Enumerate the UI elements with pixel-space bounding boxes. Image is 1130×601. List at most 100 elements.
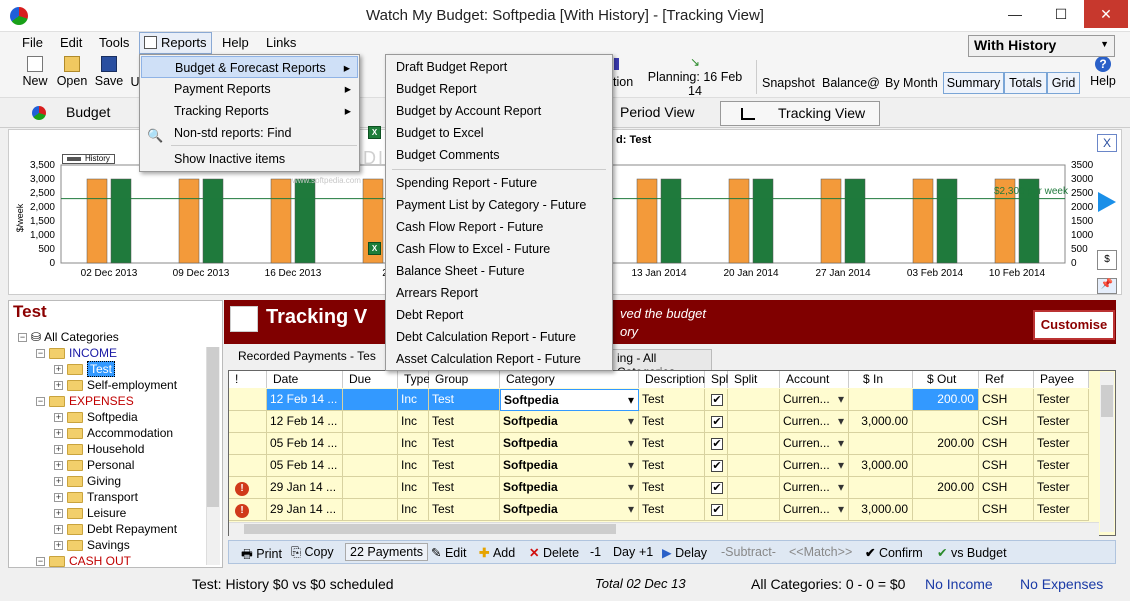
grid-cell-ref[interactable]: CSH bbox=[979, 433, 1034, 455]
grid-cell-payee[interactable]: Tester bbox=[1034, 433, 1089, 455]
menu-edit[interactable]: Edit bbox=[60, 35, 82, 50]
grid-cell-group[interactable]: Test bbox=[429, 455, 500, 477]
grid-cell-flag[interactable] bbox=[229, 455, 267, 477]
grid-cell-category[interactable]: Softpedia ▾ bbox=[500, 433, 639, 455]
submenu-item[interactable]: Draft Budget Report bbox=[387, 56, 611, 78]
dropdown-arrow-icon[interactable]: ▾ bbox=[838, 499, 844, 519]
grid-cell-desc[interactable]: Test bbox=[639, 433, 705, 455]
grid-cell-category[interactable]: Softpedia ▾ bbox=[500, 389, 639, 411]
dollar-scale-icon[interactable]: $ bbox=[1097, 250, 1117, 270]
grid-cell-group[interactable]: Test bbox=[429, 411, 500, 433]
menu-tracking-reports[interactable]: Tracking Reports ▸ bbox=[141, 100, 358, 122]
grid-cell-group[interactable]: Test bbox=[429, 389, 500, 411]
spl-checkbox[interactable]: ✔ bbox=[711, 504, 723, 516]
grid-cell-out[interactable] bbox=[913, 455, 979, 477]
tree-item[interactable]: + Accommodation bbox=[54, 425, 173, 441]
submenu-item[interactable]: Debt Calculation Report - Future bbox=[387, 326, 611, 348]
grid-cell-flag[interactable] bbox=[229, 411, 267, 433]
grid-cell-type[interactable]: Inc bbox=[398, 389, 429, 411]
menu-file[interactable]: File bbox=[22, 35, 43, 50]
grid-cell-date[interactable]: 05 Feb 14 ... bbox=[267, 433, 343, 455]
new-button[interactable]: New bbox=[20, 56, 50, 88]
dropdown-arrow-icon[interactable]: ▾ bbox=[628, 455, 634, 475]
close-button[interactable]: ✕ bbox=[1084, 0, 1128, 28]
grid-header-cell[interactable]: Group bbox=[429, 371, 500, 388]
submenu-item[interactable]: Budget Report bbox=[387, 78, 611, 100]
grid-cell-type[interactable]: Inc bbox=[398, 499, 429, 521]
menu-payment-reports[interactable]: Payment Reports ▸ bbox=[141, 78, 358, 100]
tree-expander-icon[interactable]: − bbox=[36, 349, 45, 359]
planning-button[interactable]: ↘ Planning: 16 Feb 14 bbox=[643, 56, 747, 98]
tree-expander-icon[interactable]: + bbox=[54, 525, 63, 535]
grid-cell-due[interactable] bbox=[343, 499, 398, 521]
tree-item[interactable]: + Giving bbox=[54, 473, 121, 489]
confirm-button[interactable]: ✔ Confirm bbox=[865, 545, 923, 560]
grid-scroll-thumb[interactable] bbox=[1101, 385, 1113, 417]
submenu-item[interactable]: Budget Comments bbox=[387, 144, 611, 166]
tree-item[interactable]: − INCOME bbox=[36, 345, 117, 361]
grid-cell-in[interactable]: 3,000.00 bbox=[849, 499, 913, 521]
grid-cell-ref[interactable]: CSH bbox=[979, 455, 1034, 477]
submenu-item[interactable]: Payment List by Category - Future bbox=[387, 194, 611, 216]
grid-cell-split[interactable] bbox=[728, 455, 780, 477]
dropdown-arrow-icon[interactable]: ▾ bbox=[628, 411, 634, 431]
grid-cell-flag[interactable]: ! bbox=[229, 477, 267, 499]
grid-cell-desc[interactable]: Test bbox=[639, 477, 705, 499]
tree-item[interactable]: + Leisure bbox=[54, 505, 126, 521]
grid-cell-flag[interactable]: ! bbox=[229, 499, 267, 521]
edit-button[interactable]: ✎ Edit bbox=[431, 545, 467, 560]
grid-cell-split[interactable] bbox=[728, 433, 780, 455]
grid-toggle[interactable]: Grid bbox=[1047, 72, 1080, 94]
grid-cell-type[interactable]: Inc bbox=[398, 455, 429, 477]
menu-budget-forecast-reports[interactable]: Budget & Forecast Reports ▸ bbox=[141, 56, 358, 78]
grid-cell-category[interactable]: Softpedia ▾ bbox=[500, 455, 639, 477]
submenu-item[interactable]: Balance Sheet - Future bbox=[387, 260, 611, 282]
dropdown-arrow-icon[interactable]: ▾ bbox=[838, 477, 844, 497]
grid-cell-in[interactable] bbox=[849, 477, 913, 499]
grid-cell-in[interactable] bbox=[849, 433, 913, 455]
grid-cell-out[interactable]: 200.00 bbox=[913, 389, 979, 411]
spl-checkbox[interactable]: ✔ bbox=[711, 482, 723, 494]
grid-cell-group[interactable]: Test bbox=[429, 433, 500, 455]
grid-cell-out[interactable]: 200.00 bbox=[913, 433, 979, 455]
grid-cell-spl[interactable]: ✔ bbox=[705, 433, 728, 455]
grid-cell-spl[interactable]: ✔ bbox=[705, 389, 728, 411]
dropdown-arrow-icon[interactable]: ▾ bbox=[628, 499, 634, 519]
grid-cell-spl[interactable]: ✔ bbox=[705, 411, 728, 433]
tree-item[interactable]: + Transport bbox=[54, 489, 138, 505]
add-button[interactable]: ✚ Add bbox=[479, 545, 515, 560]
submenu-item[interactable]: Arrears Report bbox=[387, 282, 611, 304]
day-plus-button[interactable]: +1 bbox=[639, 545, 653, 559]
grid-header-cell[interactable]: Description bbox=[639, 371, 705, 388]
tab-period-view[interactable]: Period View bbox=[612, 101, 712, 126]
tree-expander-icon[interactable]: + bbox=[54, 461, 63, 471]
dropdown-arrow-icon[interactable]: ▾ bbox=[838, 411, 844, 431]
grid-cell-payee[interactable]: Tester bbox=[1034, 411, 1089, 433]
grid-cell-group[interactable]: Test bbox=[429, 499, 500, 521]
tree-expander-icon[interactable]: + bbox=[54, 365, 63, 375]
submenu-item[interactable]: Asset Calculation Report - Future bbox=[387, 348, 611, 370]
tree-item[interactable]: + Savings bbox=[54, 537, 130, 553]
grid-cell-out[interactable] bbox=[913, 499, 979, 521]
dropdown-arrow-icon[interactable]: ▾ bbox=[838, 389, 844, 409]
pin-icon[interactable]: 📌 bbox=[1097, 278, 1117, 294]
grid-cell-account[interactable]: Curren... ▾ bbox=[780, 499, 849, 521]
grid-cell-due[interactable] bbox=[343, 455, 398, 477]
submenu-item[interactable]: Spending Report - Future bbox=[387, 172, 611, 194]
grid-cell-payee[interactable]: Tester bbox=[1034, 389, 1089, 411]
tree-expander-icon[interactable]: + bbox=[54, 509, 63, 519]
tree-expander-icon[interactable]: − bbox=[36, 557, 45, 567]
grid-cell-split[interactable] bbox=[728, 389, 780, 411]
grid-cell-due[interactable] bbox=[343, 389, 398, 411]
menu-show-inactive[interactable]: Show Inactive items bbox=[141, 148, 358, 170]
totals-toggle[interactable]: Totals bbox=[1004, 72, 1047, 94]
tree-item[interactable]: − CASH OUT bbox=[36, 553, 131, 569]
grid-cell-category[interactable]: Softpedia ▾ bbox=[500, 411, 639, 433]
delete-button[interactable]: ✕ Delete bbox=[529, 545, 579, 560]
grid-cell-desc[interactable]: Test bbox=[639, 411, 705, 433]
tree-expander-icon[interactable]: + bbox=[54, 413, 63, 423]
maximize-button[interactable]: ☐ bbox=[1038, 0, 1084, 28]
help-button[interactable]: ? Help bbox=[1088, 56, 1118, 88]
grid-cell-in[interactable]: 3,000.00 bbox=[849, 411, 913, 433]
summary-toggle[interactable]: Summary bbox=[943, 72, 1004, 94]
